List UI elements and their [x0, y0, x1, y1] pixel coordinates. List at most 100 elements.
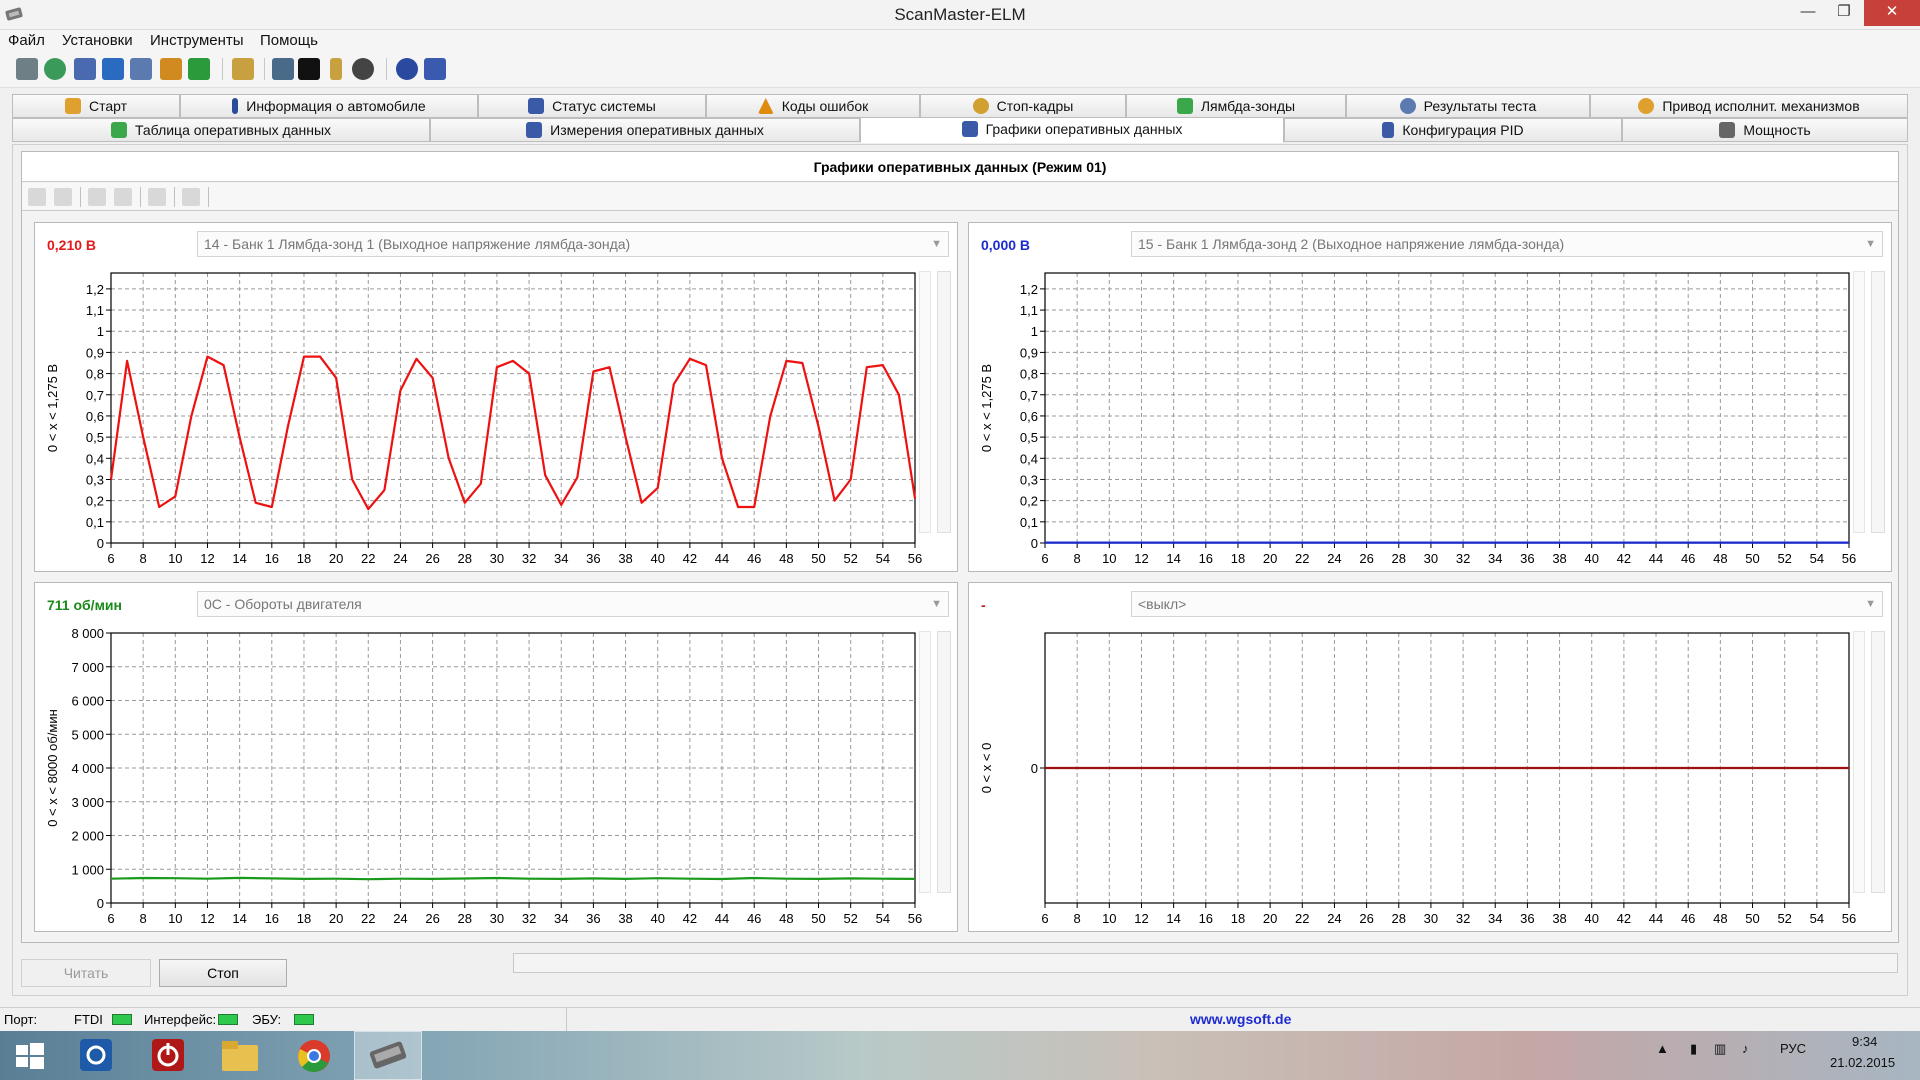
- x-tick-label: 46: [1681, 551, 1695, 566]
- x-tick-label: 24: [393, 551, 407, 566]
- x-tick-label: 24: [1327, 911, 1341, 926]
- x-tick-label: 32: [1456, 911, 1470, 926]
- x-tick-label: 38: [1552, 551, 1566, 566]
- open-icon[interactable]: [88, 188, 106, 206]
- graphs-panel: Графики оперативных данных (Режим 01) 0,…: [12, 144, 1908, 996]
- colors-icon[interactable]: [160, 58, 182, 80]
- graph-scrollbar[interactable]: [1853, 271, 1865, 533]
- clock-time[interactable]: 9:34: [1852, 1034, 1877, 1049]
- main-toolbar: [0, 52, 1920, 88]
- print-icon[interactable]: [148, 188, 166, 206]
- taskbar-shutdown-app[interactable]: [138, 1031, 198, 1080]
- monitor-icon[interactable]: [272, 58, 294, 80]
- y-axis-label: 0 < x < 0: [979, 743, 994, 794]
- x-tick-label: 12: [1134, 551, 1148, 566]
- graph-readout: 0,210 В: [47, 237, 97, 253]
- menu-tools[interactable]: Инструменты: [146, 32, 248, 49]
- y-axis-label: 0 < x < 1,275 В: [45, 364, 60, 452]
- battery-icon[interactable]: [330, 58, 342, 80]
- remove-graph-icon[interactable]: [54, 188, 72, 206]
- x-tick-label: 42: [683, 551, 697, 566]
- dollar-icon[interactable]: [188, 58, 210, 80]
- y-tick-label: 7 000: [71, 660, 104, 675]
- report-icon[interactable]: [74, 58, 96, 80]
- graph-readout: 0,000 В: [981, 237, 1031, 253]
- minimize-button[interactable]: —: [1788, 0, 1828, 26]
- graph-scrollbar[interactable]: [919, 631, 931, 893]
- tab-power[interactable]: Мощность: [1622, 118, 1908, 142]
- tab-system-status[interactable]: Статус системы: [478, 94, 706, 118]
- x-tick-label: 36: [586, 551, 600, 566]
- pid-select[interactable]: 14 - Банк 1 Лямбда-зонд 1 (Выходное напр…: [197, 231, 949, 257]
- tab-pid-config[interactable]: Конфигурация PID: [1284, 118, 1622, 142]
- page-title: Графики оперативных данных (Режим 01): [22, 152, 1898, 182]
- about-icon[interactable]: [396, 58, 418, 80]
- start-button[interactable]: [0, 1031, 60, 1080]
- tab-vehicle-info[interactable]: Информация о автомобиле: [180, 94, 478, 118]
- tab-start[interactable]: Старт: [12, 94, 180, 118]
- y-tick-label: 0,9: [86, 345, 104, 360]
- tab-live-data-table[interactable]: Таблица оперативных данных: [12, 118, 430, 142]
- clipboard-icon[interactable]: [232, 58, 254, 80]
- y-tick-label: 0,3: [86, 472, 104, 487]
- x-tick-label: 34: [1488, 551, 1502, 566]
- tab-actuator-test[interactable]: Привод исполнит. механизмов: [1590, 94, 1908, 118]
- graph-scrollbar[interactable]: [1853, 631, 1865, 893]
- battery-icon[interactable]: ▮: [1690, 1041, 1697, 1057]
- taskbar-explorer[interactable]: [210, 1031, 270, 1080]
- menu-help[interactable]: Помощь: [256, 32, 322, 49]
- add-graph-icon[interactable]: [28, 188, 46, 206]
- stop-button[interactable]: Стоп: [159, 959, 287, 987]
- clock-date[interactable]: 21.02.2015: [1830, 1055, 1895, 1070]
- ecu-led: [294, 1014, 314, 1025]
- y-tick-label: 0: [1031, 761, 1038, 776]
- save-icon[interactable]: [114, 188, 132, 206]
- menu-file[interactable]: Файл: [4, 32, 49, 49]
- taskbar-chrome[interactable]: [284, 1031, 344, 1080]
- print-preview-icon[interactable]: [182, 188, 200, 206]
- terminal-icon[interactable]: [298, 58, 320, 80]
- taskbar-settings-app[interactable]: [66, 1031, 126, 1080]
- tab-error-codes[interactable]: Коды ошибок: [706, 94, 920, 118]
- tab-lambda-sensors[interactable]: Лямбда-зонды: [1126, 94, 1346, 118]
- x-tick-label: 24: [1327, 551, 1341, 566]
- disk-icon[interactable]: [352, 58, 374, 80]
- graph-scrollbar[interactable]: [919, 271, 931, 533]
- y-tick-label: 1: [1031, 324, 1038, 339]
- tray-expand-icon[interactable]: ▲: [1656, 1041, 1669, 1056]
- chart-icon[interactable]: [130, 58, 152, 80]
- pid-select[interactable]: <выкл> ▼: [1131, 591, 1883, 617]
- tab-live-data-meters[interactable]: Измерения оперативных данных: [430, 118, 860, 142]
- maximize-button[interactable]: ❐: [1824, 0, 1864, 26]
- globe-icon[interactable]: [44, 58, 66, 80]
- x-tick-label: 40: [650, 911, 664, 926]
- table-icon[interactable]: [102, 58, 124, 80]
- x-tick-label: 46: [1681, 911, 1695, 926]
- x-tick-label: 14: [232, 551, 246, 566]
- x-tick-label: 54: [1810, 551, 1824, 566]
- graph-scrollbar[interactable]: [937, 631, 951, 893]
- close-button[interactable]: ✕: [1864, 0, 1920, 26]
- website-link[interactable]: www.wgsoft.de: [1190, 1011, 1291, 1027]
- language-indicator[interactable]: РУС: [1780, 1041, 1806, 1056]
- tab-test-results[interactable]: Результаты теста: [1346, 94, 1590, 118]
- book-icon[interactable]: [424, 58, 446, 80]
- pid-select[interactable]: 15 - Банк 1 Лямбда-зонд 2 (Выходное напр…: [1131, 231, 1883, 257]
- x-tick-label: 6: [107, 911, 114, 926]
- graph-scrollbar[interactable]: [1871, 271, 1885, 533]
- network-icon[interactable]: ▥: [1714, 1041, 1726, 1057]
- volume-icon[interactable]: ♪: [1742, 1041, 1749, 1056]
- tab-freeze-frames[interactable]: Стоп-кадры: [920, 94, 1126, 118]
- menu-settings[interactable]: Установки: [58, 32, 137, 49]
- pid-select[interactable]: 0С - Обороты двигателя ▼: [197, 591, 949, 617]
- scanmaster-icon: [369, 1041, 407, 1069]
- x-tick-label: 10: [168, 551, 182, 566]
- x-tick-label: 22: [361, 551, 375, 566]
- graph-scrollbar[interactable]: [937, 271, 951, 533]
- taskbar-scanmaster[interactable]: [354, 1031, 422, 1080]
- x-tick-label: 38: [618, 551, 632, 566]
- connect-icon[interactable]: [16, 58, 38, 80]
- graph-scrollbar[interactable]: [1871, 631, 1885, 893]
- read-button[interactable]: Читать: [21, 959, 151, 987]
- tab-live-data-graphs[interactable]: Графики оперативных данных: [860, 117, 1284, 143]
